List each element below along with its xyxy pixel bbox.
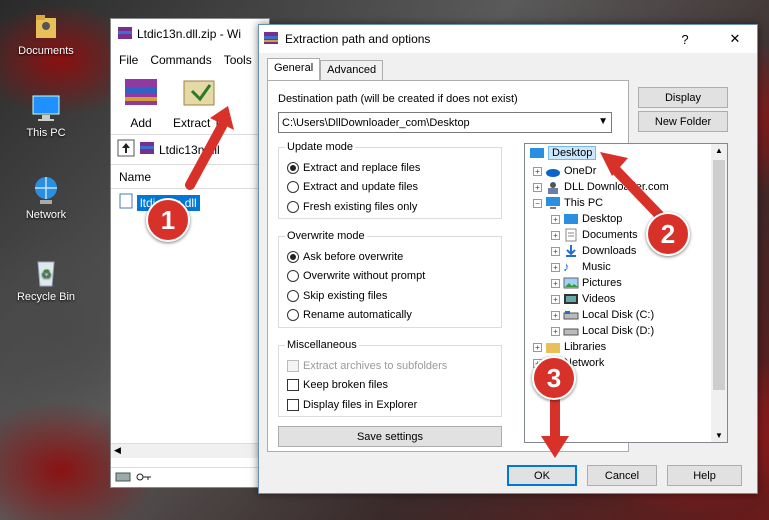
callout-2: 2 (646, 212, 690, 256)
tab-general[interactable]: General (267, 58, 321, 80)
arrow-1 (185, 121, 227, 190)
arrow-2 (609, 163, 667, 223)
callout-1: 1 (146, 198, 190, 242)
annotation-arrows (185, 106, 667, 458)
arrow-3-head (541, 436, 569, 458)
callout-3: 3 (532, 356, 576, 400)
